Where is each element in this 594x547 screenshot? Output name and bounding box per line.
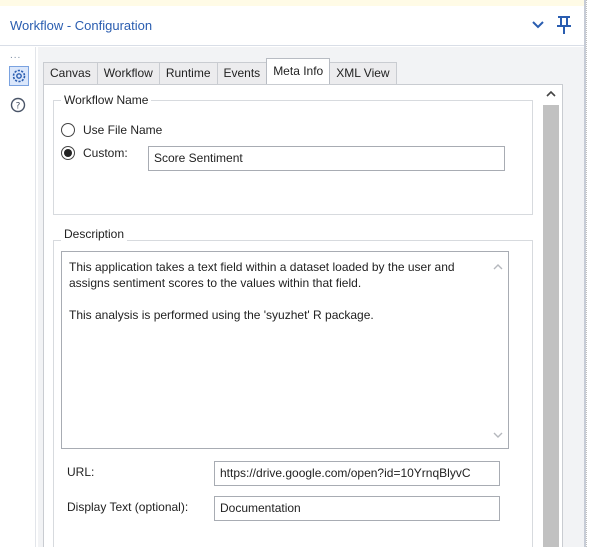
description-textarea[interactable]: This application takes a text field with… [61, 251, 509, 449]
scroll-down-icon[interactable] [492, 429, 504, 441]
settings-button[interactable] [9, 66, 29, 86]
tab-xml-view[interactable]: XML View [329, 62, 397, 84]
display-text-label: Display Text (optional): [67, 500, 189, 514]
url-input[interactable]: https://drive.google.com/open?id=10YrnqB… [214, 461, 500, 486]
workflow-name-legend: Workflow Name [61, 93, 152, 107]
vertical-scrollbar[interactable] [541, 85, 561, 547]
scroll-thumb[interactable] [543, 105, 559, 547]
custom-label[interactable]: Custom: [83, 146, 128, 160]
description-paragraph-1: This application takes a text field with… [69, 260, 455, 290]
description-legend: Description [61, 227, 128, 241]
chevron-down-icon[interactable] [528, 14, 548, 36]
custom-radio[interactable] [61, 146, 75, 160]
svg-text:?: ? [16, 102, 21, 112]
side-rail [0, 47, 36, 547]
url-label: URL: [67, 465, 95, 479]
help-button[interactable]: ? [9, 96, 29, 116]
tab-canvas[interactable]: Canvas [43, 62, 98, 84]
textarea-scrollbar[interactable] [489, 253, 507, 447]
custom-name-input[interactable]: Score Sentiment [148, 146, 505, 171]
tab-runtime[interactable]: Runtime [158, 62, 218, 84]
window-title: Workflow - Configuration [10, 18, 153, 33]
title-bar: Workflow - Configuration [0, 6, 584, 46]
tab-workflow[interactable]: Workflow [96, 62, 160, 84]
gear-icon [12, 69, 26, 83]
tab-strip: Canvas Workflow Runtime Events Meta Info… [43, 58, 397, 84]
description-paragraph-2: This analysis is performed using the 'sy… [69, 308, 374, 322]
tab-events[interactable]: Events [216, 62, 268, 84]
tab-meta-info[interactable]: Meta Info [266, 58, 331, 84]
use-file-name-label[interactable]: Use File Name [83, 123, 162, 137]
drag-handle[interactable]: ... [10, 50, 21, 61]
description-text: This application takes a text field with… [69, 259, 479, 339]
scroll-up-icon[interactable] [545, 88, 557, 100]
canvas-pane-edge [586, 0, 594, 547]
scroll-up-icon[interactable] [492, 261, 504, 273]
display-text-input[interactable]: Documentation [214, 496, 500, 521]
use-file-name-radio[interactable] [61, 123, 75, 137]
pin-icon[interactable] [553, 13, 575, 37]
help-icon: ? [10, 97, 26, 113]
